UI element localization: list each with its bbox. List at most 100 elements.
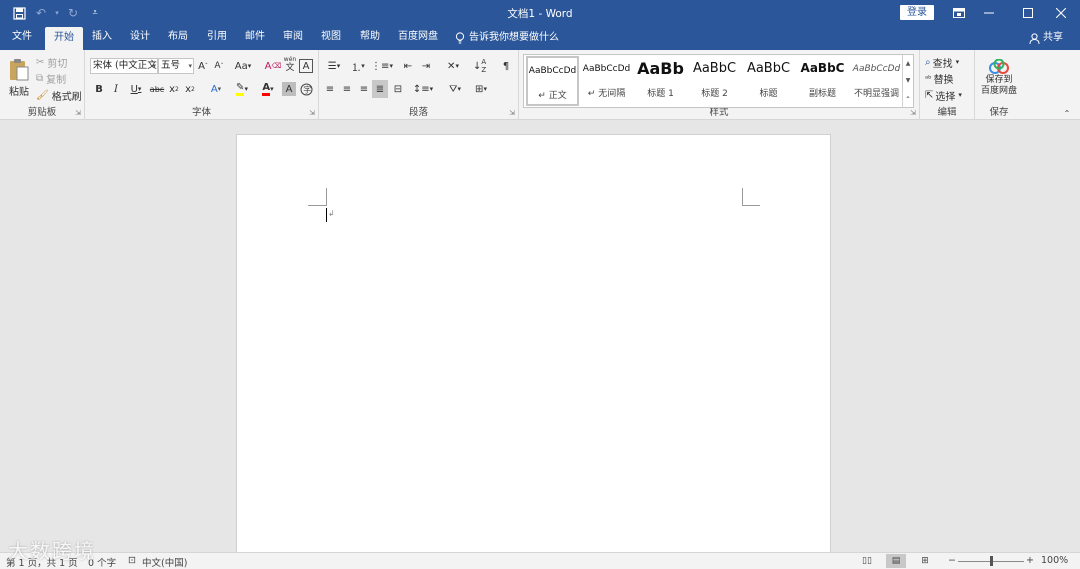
style-name: 标题 1 xyxy=(647,89,674,99)
zoom-in-icon[interactable]: + xyxy=(1026,555,1034,566)
align-left-icon[interactable]: ≡ xyxy=(323,80,337,98)
web-layout-icon[interactable]: ⊞ xyxy=(915,554,935,568)
print-layout-icon[interactable]: ▤ xyxy=(886,554,906,568)
language-status[interactable]: 中文(中国) xyxy=(142,555,187,569)
font-size-combo[interactable]: 五号 ▾ xyxy=(158,58,194,74)
minimize-icon[interactable] xyxy=(970,0,1008,26)
tab-references[interactable]: 引用 xyxy=(201,26,233,50)
paragraph-group-label: 段落 xyxy=(408,107,428,118)
numbering-icon[interactable]: ⒈ ▾ xyxy=(347,57,369,75)
enclose-characters-icon[interactable]: A xyxy=(299,59,313,73)
gallery-scroll-up-icon[interactable]: ▲ xyxy=(902,55,913,72)
character-shading-icon[interactable]: A xyxy=(282,82,296,96)
style-title[interactable]: AaBbC 标题 xyxy=(742,56,795,106)
save-icon[interactable] xyxy=(8,3,30,23)
text-highlight-icon[interactable]: ✎ ▾ xyxy=(230,80,254,98)
style-name: ↵ 正文 xyxy=(538,91,567,101)
document-page[interactable]: ↲ xyxy=(236,134,831,552)
login-button[interactable]: 登录 xyxy=(900,5,934,20)
close-icon[interactable] xyxy=(1042,0,1080,26)
style-heading-1[interactable]: AaBb 标题 1 xyxy=(634,56,687,106)
change-case-icon[interactable]: Aa ▾ xyxy=(231,57,255,75)
tab-baidu-netdisk[interactable]: 百度网盘 xyxy=(393,26,443,50)
share-label: 共享 xyxy=(1043,32,1063,43)
style-sample: AaBbC xyxy=(746,61,791,76)
customize-quick-access-icon[interactable]: ⩡ xyxy=(84,3,106,23)
text-effects-icon[interactable]: A ▾ xyxy=(205,80,227,98)
zoom-slider-thumb[interactable] xyxy=(990,556,993,566)
style-normal[interactable]: AaBbCcDd ↵ 正文 xyxy=(526,56,579,106)
document-canvas[interactable]: ↲ xyxy=(0,121,1080,552)
tab-insert[interactable]: 插入 xyxy=(86,26,118,50)
styles-launcher-icon[interactable]: ⇲ xyxy=(910,109,916,117)
align-right-icon[interactable]: ≡ xyxy=(357,80,371,98)
tab-file[interactable]: 文件 xyxy=(6,26,38,50)
tab-review[interactable]: 审阅 xyxy=(277,26,309,50)
paste-button[interactable]: 粘贴 xyxy=(4,54,34,102)
grow-font-icon[interactable]: Aˆ xyxy=(196,57,210,75)
phonetic-guide-icon[interactable]: wén 文 xyxy=(282,55,298,73)
copy-label: 复制 xyxy=(46,74,67,86)
clear-formatting-icon[interactable]: A ⌫ xyxy=(265,57,282,75)
subscript-icon[interactable]: x2 xyxy=(167,80,181,98)
font-name-combo[interactable]: 宋体 (中文正文 ▾ xyxy=(90,58,158,74)
format-painter-button[interactable]: 🖌 格式刷 xyxy=(36,86,82,104)
superscript-icon[interactable]: x2 xyxy=(183,80,197,98)
chinese-layout-icon[interactable]: ✕ ▾ xyxy=(441,57,465,75)
tab-mailings[interactable]: 邮件 xyxy=(239,26,271,50)
multilevel-list-icon[interactable]: ⋮≡ ▾ xyxy=(371,57,393,75)
bold-icon[interactable]: B xyxy=(92,80,106,98)
style-name: 标题 2 xyxy=(701,89,728,99)
clipboard-launcher-icon[interactable]: ⇲ xyxy=(75,109,81,117)
style-no-spacing[interactable]: AaBbCcDd ↵ 无间隔 xyxy=(580,56,633,106)
distributed-icon[interactable]: ⊟ xyxy=(390,80,406,98)
collapse-ribbon-icon[interactable]: ⌃ xyxy=(1060,104,1074,122)
borders-icon[interactable]: ⊞ ▾ xyxy=(469,80,493,98)
sort-icon[interactable]: ↓ A Z xyxy=(473,57,489,75)
style-heading-2[interactable]: AaBbC 标题 2 xyxy=(688,56,741,106)
underline-icon[interactable]: U ▾ xyxy=(125,80,147,98)
undo-icon[interactable]: ↶ xyxy=(30,3,52,23)
redo-icon[interactable]: ↻ xyxy=(62,3,84,23)
save-to-label-1: 保存到 xyxy=(985,75,1013,85)
gallery-scroll-down-icon[interactable]: ▼ xyxy=(902,72,913,89)
proofing-icon[interactable]: ⊡ xyxy=(128,555,136,566)
zoom-out-icon[interactable]: − xyxy=(948,555,956,566)
bullets-icon[interactable]: ☰ ▾ xyxy=(323,57,345,75)
tab-design[interactable]: 设计 xyxy=(124,26,156,50)
show-formatting-marks-icon[interactable]: ¶ xyxy=(499,57,513,75)
tell-me-search[interactable]: 告诉我你想要做什么 xyxy=(455,26,559,50)
save-to-baidu-button[interactable]: 保存到 百度网盘 xyxy=(977,54,1021,102)
decrease-indent-icon[interactable]: ⇤ xyxy=(400,57,416,75)
read-mode-icon[interactable]: ▯▯ xyxy=(857,554,877,568)
shrink-font-icon[interactable]: Aˇ xyxy=(212,57,226,75)
font-color-icon[interactable]: A ▾ xyxy=(256,80,280,98)
replace-button[interactable]: ᵃᵇ 替换 xyxy=(925,69,973,87)
gallery-more-icon[interactable]: ⩡ xyxy=(902,89,913,107)
tab-layout[interactable]: 布局 xyxy=(162,26,194,50)
strikethrough-icon[interactable]: abc xyxy=(149,80,165,98)
copy-button[interactable]: ⧉ 复制 xyxy=(36,69,70,87)
align-center-icon[interactable]: ≡ xyxy=(340,80,354,98)
line-spacing-icon[interactable]: ↕≡ ▾ xyxy=(411,80,435,98)
tab-view[interactable]: 视图 xyxy=(315,26,347,50)
paragraph-launcher-icon[interactable]: ⇲ xyxy=(509,109,515,117)
tab-home[interactable]: 开始 xyxy=(45,27,83,50)
zoom-level[interactable]: 100% xyxy=(1041,555,1068,566)
share-button[interactable]: 共享 xyxy=(1029,26,1063,50)
undo-dropdown-icon[interactable]: ▾ xyxy=(52,3,62,23)
cursor-icon: ⇱ xyxy=(925,89,934,101)
margin-mark-top-right xyxy=(742,205,760,206)
style-subtitle[interactable]: AaBbC 副标题 xyxy=(796,56,849,106)
justify-icon[interactable]: ≣ xyxy=(372,80,388,98)
increase-indent-icon[interactable]: ⇥ xyxy=(418,57,434,75)
tab-help[interactable]: 帮助 xyxy=(354,26,386,50)
italic-icon[interactable]: I xyxy=(109,80,123,98)
select-button[interactable]: ⇱ 选择 ▾ xyxy=(925,86,973,104)
font-launcher-icon[interactable]: ⇲ xyxy=(309,109,315,117)
chevron-down-icon: ▾ xyxy=(188,62,192,70)
shading-icon[interactable]: ⛛ ▾ xyxy=(443,80,467,98)
style-subtle-emphasis[interactable]: AaBbCcDd 不明显强调 xyxy=(850,56,903,106)
search-icon: ⌕ xyxy=(925,56,931,68)
enclosed-character-icon[interactable]: 字 xyxy=(298,80,314,98)
